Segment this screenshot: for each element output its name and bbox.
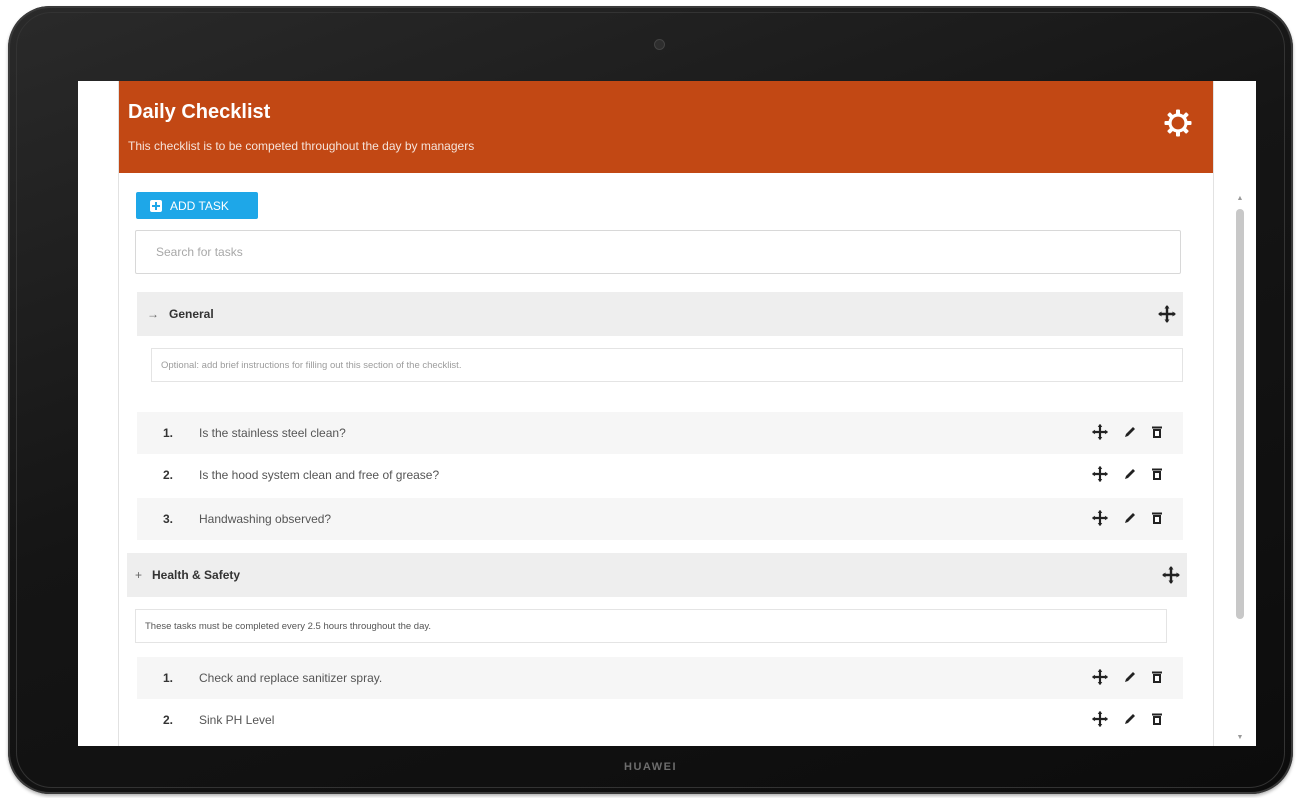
move-plus-icon[interactable]	[1091, 423, 1109, 441]
pencil-icon[interactable]	[1123, 511, 1137, 525]
task-number: 1.	[163, 426, 174, 440]
task-row: 1. Is the stainless steel clean?	[137, 412, 1183, 454]
collapse-arrow-icon[interactable]: →	[147, 307, 159, 321]
task-number: 2.	[163, 468, 174, 482]
move-plus-icon[interactable]	[1091, 465, 1109, 483]
task-number: 3.	[163, 512, 174, 526]
page-title: Daily Checklist	[128, 101, 271, 123]
search-input[interactable]	[135, 230, 1181, 274]
task-row: 2. Sink PH Level	[137, 699, 1183, 741]
task-row: 1. Check and replace sanitizer spray.	[137, 657, 1183, 699]
pencil-icon[interactable]	[1123, 467, 1137, 481]
task-text: Is the hood system clean and free of gre…	[199, 468, 440, 482]
task-row: 3. Handwashing observed?	[137, 498, 1183, 540]
page-subtitle: This checklist is to be competed through…	[128, 139, 475, 153]
section-note-health-safety[interactable]: These tasks must be completed every 2.5 …	[135, 609, 1167, 643]
task-row: 2. Is the hood system clean and free of …	[137, 454, 1183, 496]
add-task-button[interactable]: ADD TASK	[136, 192, 258, 219]
camera-icon	[654, 39, 665, 50]
trash-icon[interactable]	[1151, 425, 1163, 439]
move-plus-icon[interactable]	[1091, 509, 1109, 527]
task-number: 2.	[163, 713, 174, 727]
scrollbar[interactable]: ▲ ▼	[1233, 193, 1247, 746]
section-header-health-safety[interactable]: + Health & Safety	[127, 553, 1187, 597]
task-text: Check and replace sanitizer spray.	[199, 671, 383, 685]
pencil-icon[interactable]	[1123, 425, 1137, 439]
gear-icon[interactable]	[1163, 108, 1193, 138]
tablet-frame: HUAWEI Daily Checklist This checklist is…	[8, 6, 1293, 794]
section-title: General	[169, 307, 214, 321]
trash-icon[interactable]	[1151, 467, 1163, 481]
section-note-general[interactable]: Optional: add brief instructions for fil…	[151, 348, 1183, 382]
task-number: 1.	[163, 671, 174, 685]
section-title: Health & Safety	[152, 568, 241, 582]
add-task-label: ADD TASK	[170, 198, 229, 213]
section-header-general[interactable]: → General	[137, 292, 1183, 336]
move-plus-icon[interactable]	[1091, 710, 1109, 728]
trash-icon[interactable]	[1151, 670, 1163, 684]
move-plus-icon[interactable]	[1161, 565, 1181, 585]
scroll-thumb[interactable]	[1236, 209, 1244, 619]
checklist-panel: Daily Checklist This checklist is to be …	[118, 81, 1244, 746]
pencil-icon[interactable]	[1123, 712, 1137, 726]
scroll-down-arrow-icon[interactable]: ▼	[1235, 734, 1245, 742]
device-brand: HUAWEI	[624, 761, 677, 773]
trash-icon[interactable]	[1151, 712, 1163, 726]
trash-icon[interactable]	[1151, 511, 1163, 525]
screen: Daily Checklist This checklist is to be …	[78, 81, 1256, 746]
task-text: Is the stainless steel clean?	[199, 426, 346, 440]
pencil-icon[interactable]	[1123, 670, 1137, 684]
scroll-up-arrow-icon[interactable]: ▲	[1235, 195, 1245, 203]
plus-square-icon	[150, 199, 162, 212]
checklist-header: Daily Checklist This checklist is to be …	[119, 81, 1213, 173]
move-plus-icon[interactable]	[1157, 304, 1177, 324]
task-text: Sink PH Level	[199, 713, 275, 727]
task-text: Handwashing observed?	[199, 512, 332, 526]
expand-plus-icon[interactable]: +	[135, 568, 142, 582]
move-plus-icon[interactable]	[1091, 668, 1109, 686]
